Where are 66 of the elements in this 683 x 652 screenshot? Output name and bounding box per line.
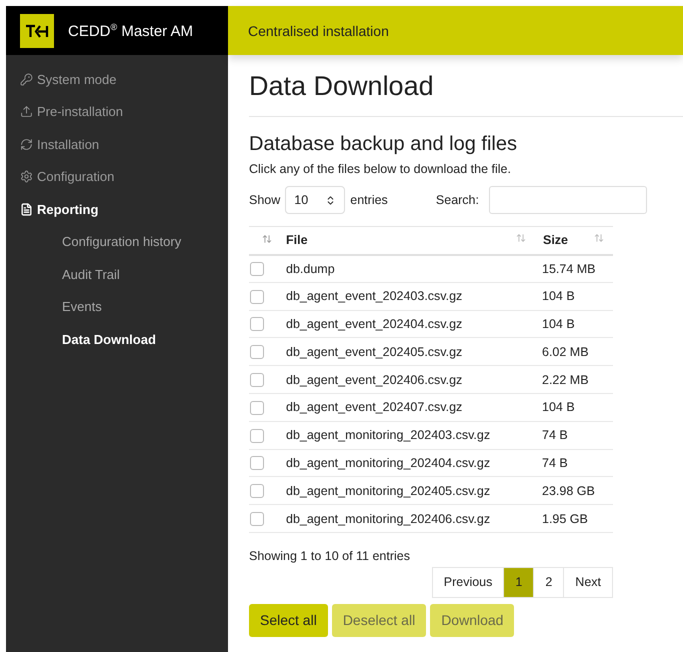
- file-size: 6.02 MB: [542, 344, 589, 359]
- app-name: CEDD$^{®}$ Master AM: [68, 22, 194, 40]
- column-header[interactable]: Size: [543, 233, 568, 248]
- search-label: Search:: [436, 193, 479, 207]
- file-name[interactable]: db_agent_monitoring_202404.csv.gz: [286, 456, 490, 470]
- row-checkbox[interactable]: [250, 428, 264, 443]
- entries-select[interactable]: 10: [285, 186, 346, 214]
- file-name[interactable]: db_agent_event_202406.csv.gz: [286, 372, 462, 387]
- file-name[interactable]: db_agent_event_202407.csv.gz: [286, 400, 462, 414]
- row-checkbox[interactable]: [250, 345, 264, 360]
- header-title: Centralised installation: [248, 22, 389, 38]
- file-size: 1.95 GB: [542, 512, 588, 526]
- description: Click any of the files below to download the file.: [249, 162, 512, 176]
- file-size: 104 B: [542, 289, 575, 304]
- row-checkbox[interactable]: [250, 372, 264, 387]
- sidebar-subitem[interactable]: Audit Trail: [6, 258, 228, 290]
- next-button[interactable]: Next: [563, 566, 613, 598]
- file-size: 74 B: [542, 428, 568, 442]
- sidebar-item[interactable]: System mode: [6, 63, 228, 96]
- sort-icon[interactable]: [594, 233, 604, 244]
- entries-info: Showing 1 to 10 of 11 entries: [249, 548, 411, 563]
- sidebar-item[interactable]: Installation: [6, 128, 228, 160]
- row-checkbox[interactable]: [250, 317, 264, 332]
- refresh-icon: [20, 138, 33, 151]
- sort-icon[interactable]: [516, 233, 526, 244]
- sidebar-item[interactable]: Reporting: [6, 193, 228, 226]
- document-icon: [20, 202, 33, 216]
- file-name[interactable]: db_agent_event_202404.csv.gz: [286, 316, 462, 331]
- page-button[interactable]: 1: [503, 566, 534, 598]
- file-name[interactable]: db_agent_monitoring_202403.csv.gz: [286, 428, 490, 442]
- action-button[interactable]: Select all: [249, 604, 328, 637]
- page-button[interactable]: 2: [533, 566, 564, 598]
- column-header[interactable]: File: [286, 233, 308, 248]
- section-title: Database backup and log files: [249, 133, 518, 156]
- file-size: 104 B: [542, 400, 575, 414]
- file-name[interactable]: db_agent_event_202405.csv.gz: [286, 344, 462, 359]
- file-name[interactable]: db_agent_monitoring_202406.csv.gz: [286, 512, 490, 526]
- row-checkbox[interactable]: [250, 512, 264, 526]
- page-title: Data Download: [249, 71, 683, 117]
- row-checkbox[interactable]: [250, 262, 264, 276]
- row-checkbox[interactable]: [250, 400, 264, 415]
- sidebar-subitem[interactable]: Events: [6, 290, 228, 323]
- file-size: 104 B: [542, 316, 575, 331]
- previous-button[interactable]: Previous: [432, 566, 504, 598]
- file-size: 23.98 GB: [542, 484, 595, 498]
- sort-icon[interactable]: [262, 234, 272, 244]
- sidebar-subitem[interactable]: Configuration history: [6, 226, 228, 258]
- row-checkbox[interactable]: [250, 456, 264, 470]
- entries-label: entries: [350, 193, 388, 207]
- logo-icon: [20, 14, 54, 48]
- upload-icon: [20, 105, 33, 118]
- row-checkbox[interactable]: [250, 484, 264, 498]
- show-label: Show: [249, 193, 280, 207]
- file-name[interactable]: db.dump: [286, 262, 335, 276]
- key-icon: [20, 72, 33, 86]
- file-name[interactable]: db_agent_monitoring_202405.csv.gz: [286, 484, 490, 498]
- search-field[interactable]: [489, 186, 647, 214]
- file-size: 15.74 MB: [542, 262, 596, 276]
- file-size: 2.22 MB: [542, 372, 589, 387]
- sidebar-subitem[interactable]: Data Download: [6, 323, 228, 356]
- sidebar-item[interactable]: Configuration: [6, 160, 228, 193]
- settings-icon: [20, 170, 33, 184]
- file-name[interactable]: db_agent_event_202403.csv.gz: [286, 289, 462, 304]
- file-size: 74 B: [542, 456, 568, 470]
- sidebar-item[interactable]: Pre-installation: [6, 96, 228, 128]
- row-checkbox[interactable]: [250, 290, 264, 304]
